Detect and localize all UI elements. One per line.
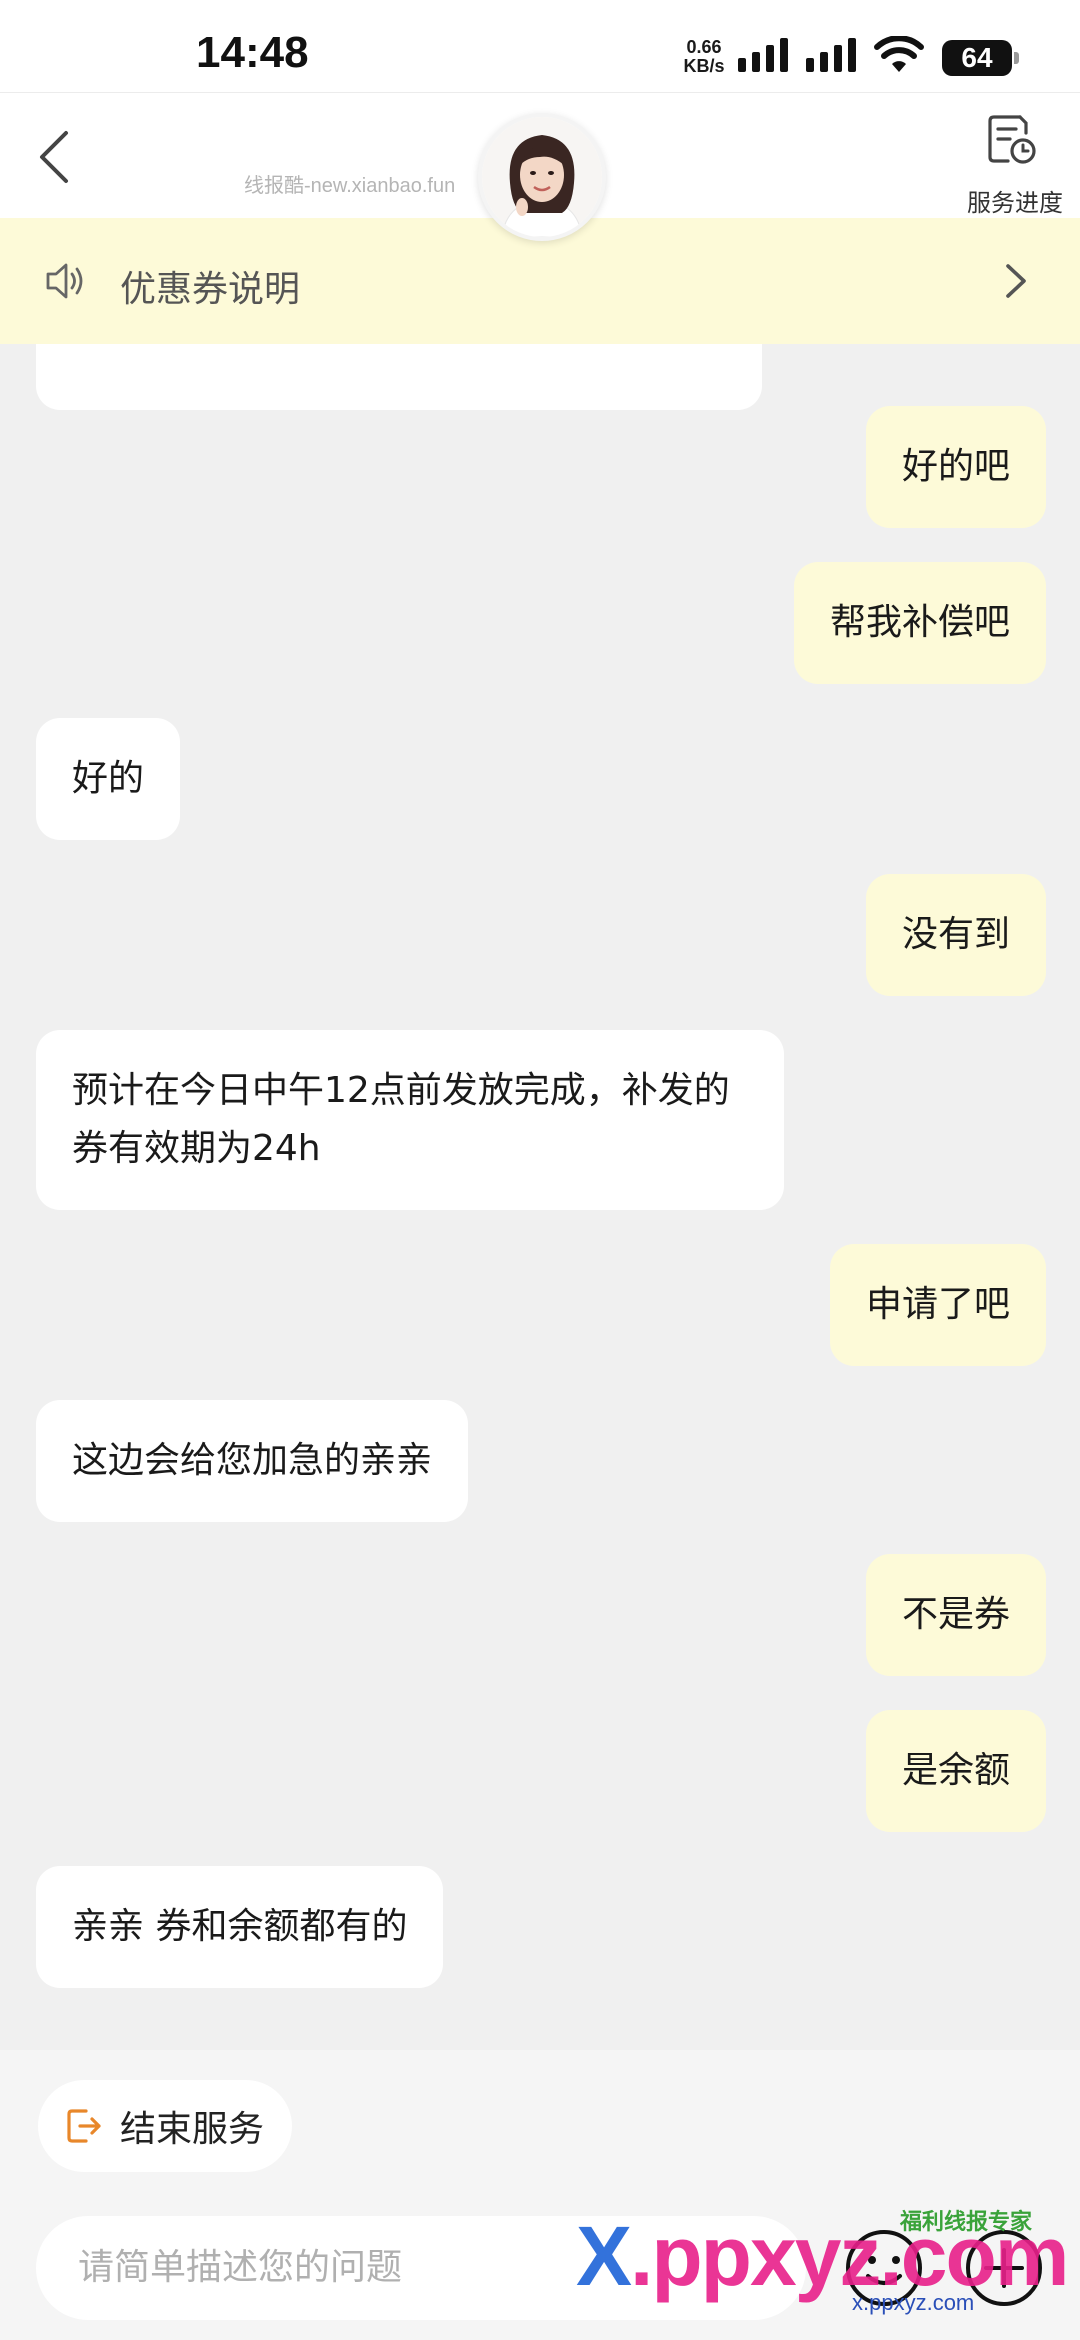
header-watermark: 线报酷-new.xianbao.fun: [244, 175, 456, 197]
signal-icon-2: [806, 36, 856, 72]
end-service-button[interactable]: 结束服务: [38, 2080, 293, 2172]
avatar-portrait-icon: [482, 117, 602, 237]
agent-avatar: [478, 113, 606, 241]
chat-message-list[interactable]: 好的吧 帮我补偿吧 好的 没有到 预计在今日中午12点前发放完成，补发的券有效期…: [0, 344, 1080, 2050]
signal-icon: [738, 36, 788, 72]
agent-message: 好的: [36, 718, 181, 840]
agent-message: 亲亲 券和余额都有的: [36, 1866, 444, 1988]
partial-agent-message: [36, 344, 762, 410]
watermark-logo-x: X: [576, 2209, 632, 2303]
agent-message: 这边会给您加急的亲亲: [36, 1400, 469, 1522]
service-progress-button[interactable]: 服务进度: [960, 105, 1070, 217]
status-bar: 14:48 0.66 KB/s 64: [0, 0, 1080, 92]
chevron-right-icon: [1006, 264, 1026, 298]
wifi-icon: [874, 36, 924, 72]
agent-message: 预计在今日中午12点前发放完成，补发的券有效期为24h: [36, 1030, 784, 1210]
user-message: 没有到: [865, 874, 1046, 996]
service-progress-label: 服务进度: [967, 189, 1063, 217]
notice-text: 优惠券说明: [120, 269, 301, 310]
network-speed-value: 0.66: [686, 37, 722, 57]
user-message: 好的吧: [865, 406, 1046, 528]
end-service-label: 结束服务: [120, 2109, 265, 2150]
exit-icon: [67, 2109, 101, 2143]
service-progress-icon: [988, 115, 1036, 164]
network-speed: 0.66 KB/s: [676, 38, 732, 76]
user-message: 帮我补偿吧: [793, 562, 1046, 684]
user-message: 是余额: [865, 1710, 1046, 1832]
speaker-icon: [46, 263, 83, 299]
network-speed-unit: KB/s: [683, 56, 725, 76]
back-button[interactable]: [30, 121, 80, 191]
status-time: 14:48: [196, 28, 309, 77]
watermark-url: x.ppxyz.com: [852, 2290, 975, 2315]
battery-icon: 64: [942, 40, 1019, 76]
user-message: 申请了吧: [829, 1244, 1046, 1366]
watermark-badge: 福利线报专家: [900, 2210, 1033, 2235]
chat-header: 线报酷-new.xianbao.fun 服务进度: [0, 92, 1080, 241]
user-message: 不是券: [865, 1554, 1046, 1676]
